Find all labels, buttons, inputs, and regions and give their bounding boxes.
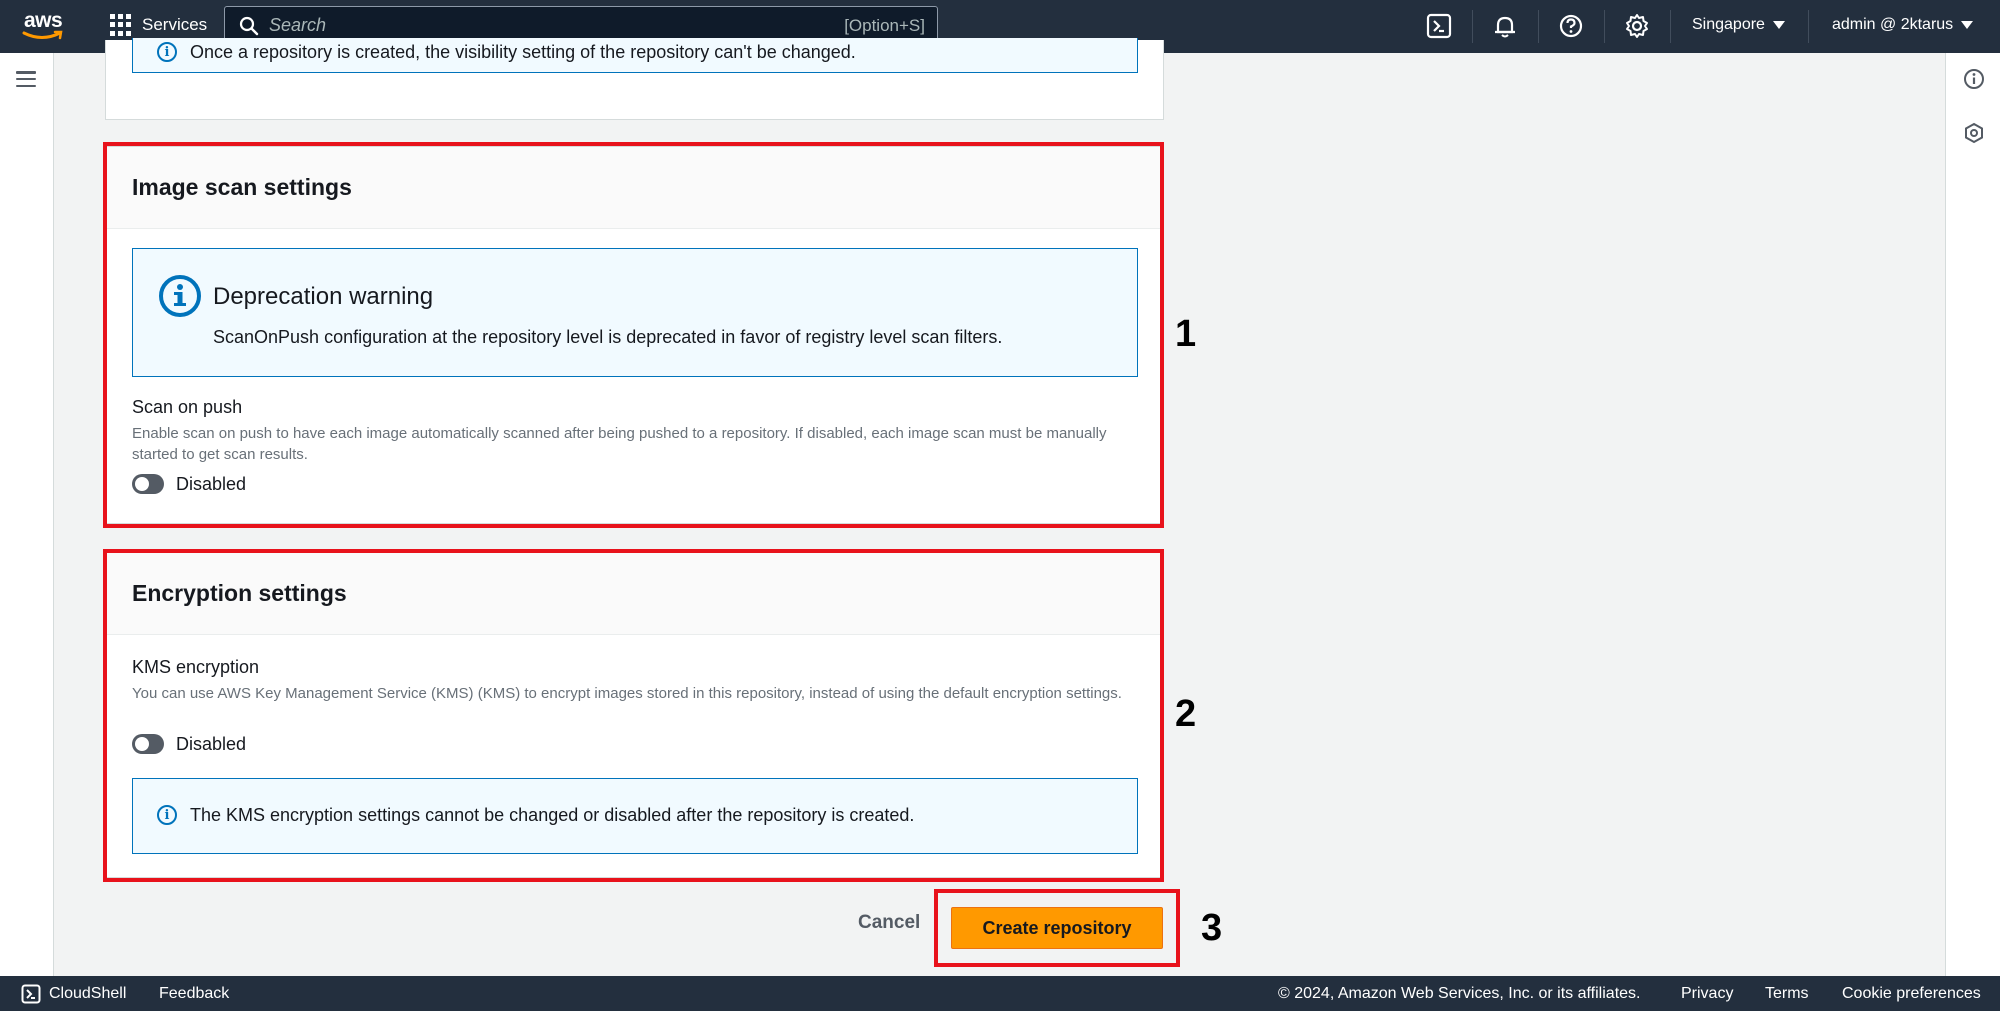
- annotation-number-3: 3: [1201, 907, 1223, 949]
- footer-copyright: © 2024, Amazon Web Services, Inc. or its…: [1278, 985, 1641, 1002]
- account-menu[interactable]: admin @ 2ktarus: [1832, 16, 1974, 34]
- footer: CloudShell Feedback © 2024, Amazon Web S…: [0, 976, 2000, 1011]
- footer-privacy-link[interactable]: Privacy: [1681, 985, 1733, 1003]
- footer-cookie-preferences-link[interactable]: Cookie preferences: [1842, 985, 1981, 1003]
- visibility-info-box: i Once a repository is created, the visi…: [132, 38, 1138, 73]
- annotation-box-2: [103, 549, 1164, 882]
- notifications-bell-icon[interactable]: [1492, 13, 1518, 39]
- annotation-number-1: 1: [1175, 313, 1197, 355]
- grid-icon: [110, 14, 132, 36]
- hamburger-menu-icon[interactable]: [16, 71, 36, 87]
- annotation-box-1: [103, 142, 1164, 528]
- visibility-info-text: Once a repository is created, the visibi…: [190, 42, 856, 62]
- info-panel-icon[interactable]: [1963, 68, 1985, 90]
- hexagon-icon[interactable]: [1963, 122, 1985, 144]
- info-icon: i: [157, 42, 177, 62]
- right-tools-rail: [1945, 53, 2000, 976]
- left-navigation-rail: [0, 53, 54, 976]
- footer-cloudshell-link[interactable]: CloudShell: [49, 985, 126, 1003]
- visibility-settings-panel: i Once a repository is created, the visi…: [105, 38, 1164, 120]
- cloudshell-icon[interactable]: [21, 984, 41, 1004]
- search-shortcut: [Option+S]: [844, 16, 925, 35]
- search-input[interactable]: [269, 15, 809, 36]
- settings-gear-icon[interactable]: [1624, 13, 1650, 39]
- search-icon: [239, 16, 259, 35]
- region-selector[interactable]: Singapore: [1692, 16, 1785, 34]
- aws-smile-icon: [22, 30, 63, 40]
- annotation-number-2: 2: [1175, 693, 1197, 735]
- services-menu-button[interactable]: Services: [110, 14, 207, 36]
- help-icon[interactable]: [1558, 13, 1584, 39]
- cloudshell-icon[interactable]: [1426, 13, 1452, 39]
- caret-down-icon: [1961, 21, 1974, 29]
- footer-feedback-link[interactable]: Feedback: [159, 985, 229, 1003]
- create-repository-button[interactable]: Create repository: [951, 907, 1163, 949]
- caret-down-icon: [1772, 21, 1785, 29]
- aws-logo[interactable]: aws: [22, 8, 66, 44]
- footer-terms-link[interactable]: Terms: [1765, 985, 1809, 1003]
- cancel-button[interactable]: Cancel: [858, 912, 920, 934]
